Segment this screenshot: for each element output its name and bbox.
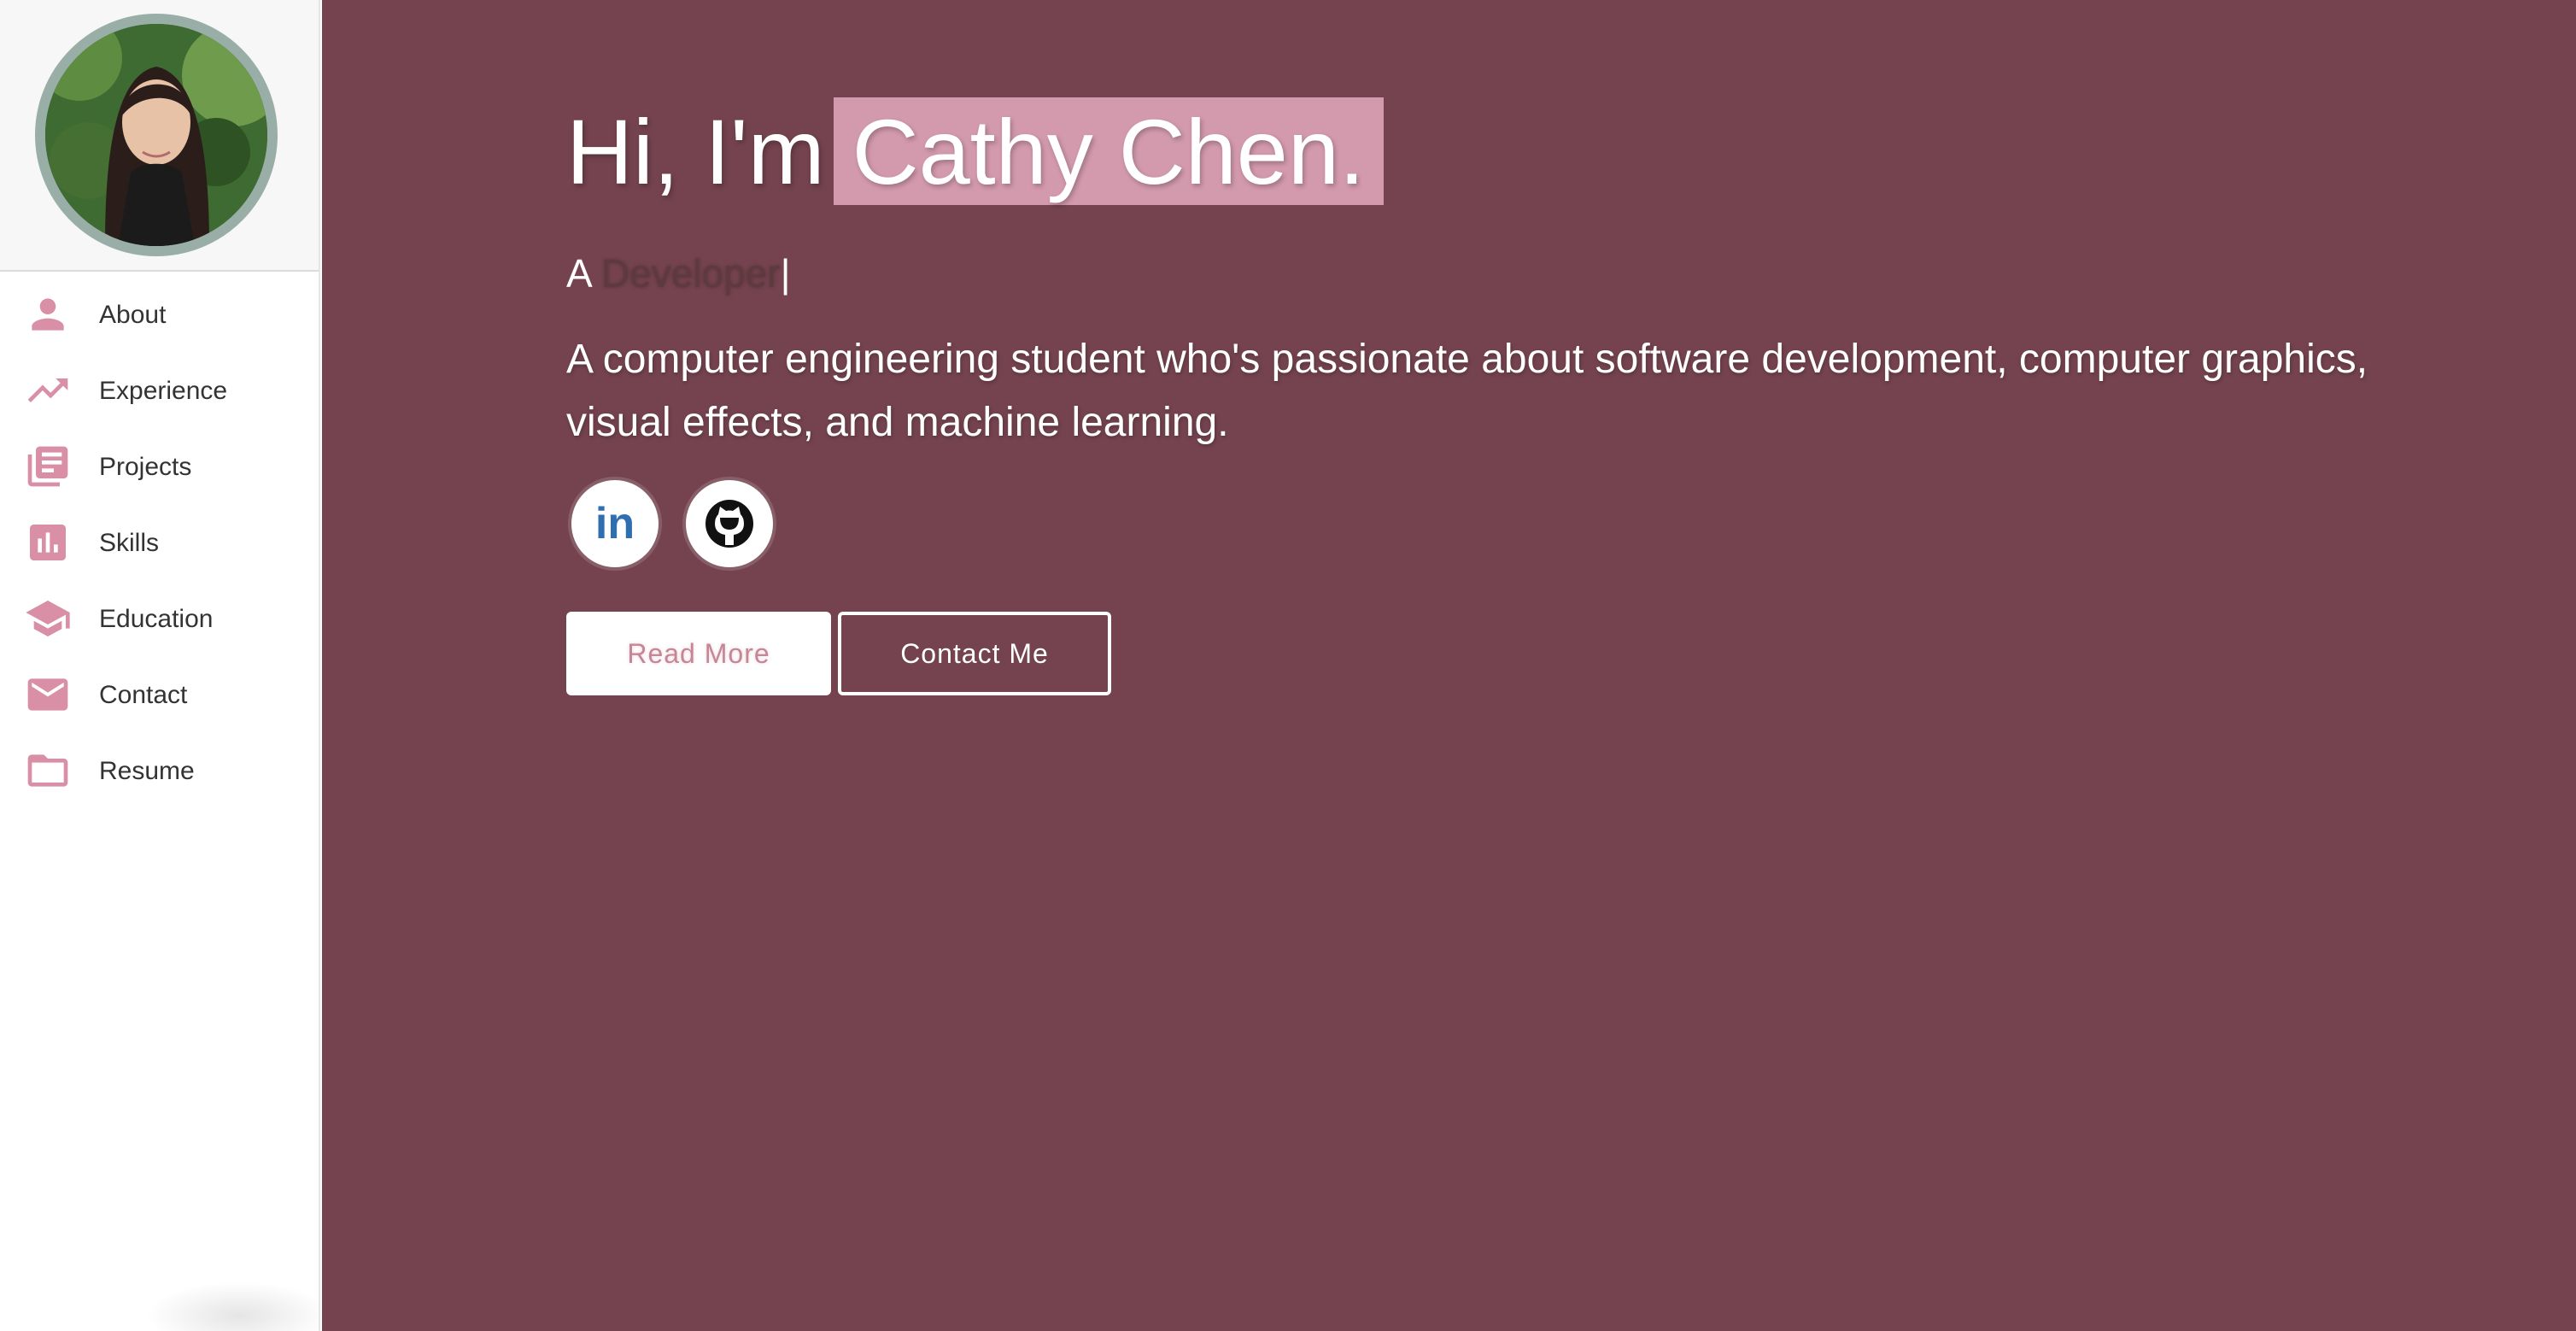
person-icon (24, 290, 72, 338)
sidebar-header (0, 0, 319, 272)
intro-description: A computer engineering student who's pas… (566, 337, 2368, 445)
typing-cursor: | (780, 251, 791, 296)
page-title: Hi, I'm Cathy Chen. (566, 97, 2445, 207)
github-icon (705, 500, 754, 548)
sidebar-item-label: Skills (99, 529, 160, 557)
linkedin-icon: in (595, 499, 635, 548)
trending-up-icon (24, 366, 72, 414)
sidebar-item-about[interactable]: About (0, 279, 319, 355)
folder-icon (24, 747, 72, 794)
sidebar-item-label: Experience (99, 377, 228, 405)
role-prefix: A (566, 251, 591, 296)
name-highlight: Cathy Chen. (833, 97, 1384, 205)
sidebar-nav: About Experience Projects Skills Educati… (0, 279, 319, 811)
avatar-photo (45, 24, 267, 246)
svg-text:in: in (595, 499, 635, 548)
greeting-text: Hi, I'm (566, 100, 825, 203)
sidebar-item-contact[interactable]: Contact (0, 659, 319, 735)
sidebar-item-label: Contact (99, 681, 188, 709)
sidebar-item-resume[interactable]: Resume (0, 735, 319, 811)
role-text: Developer (600, 251, 781, 296)
graduation-cap-icon (24, 595, 72, 642)
sidebar-item-label: About (99, 301, 167, 329)
linkedin-button[interactable]: in (571, 480, 659, 567)
library-books-icon (24, 443, 72, 490)
role-line: A Developer| (566, 249, 2445, 297)
github-button[interactable] (686, 480, 774, 567)
sidebar-item-label: Resume (99, 757, 195, 785)
sidebar-item-projects[interactable]: Projects (0, 431, 319, 507)
read-more-button[interactable]: Read More (566, 612, 831, 695)
sidebar-item-label: Projects (99, 453, 192, 481)
social-links: in (566, 480, 2445, 567)
hero-actions: Read More Contact Me (566, 612, 2445, 695)
sidebar-shadow (145, 1281, 319, 1331)
contact-me-button[interactable]: Contact Me (838, 612, 1111, 695)
bar-chart-icon (24, 519, 72, 566)
hero: Hi, I'm Cathy Chen. A Developer| A comput… (566, 97, 2445, 695)
sidebar-item-education[interactable]: Education (0, 583, 319, 659)
mail-icon (24, 671, 72, 718)
sidebar: About Experience Projects Skills Educati… (0, 0, 320, 1331)
avatar (35, 14, 278, 256)
sidebar-item-skills[interactable]: Skills (0, 507, 319, 583)
main-content: Hi, I'm Cathy Chen. A Developer| A comput… (322, 0, 2576, 1331)
sidebar-item-experience[interactable]: Experience (0, 355, 319, 431)
sidebar-item-label: Education (99, 605, 214, 633)
